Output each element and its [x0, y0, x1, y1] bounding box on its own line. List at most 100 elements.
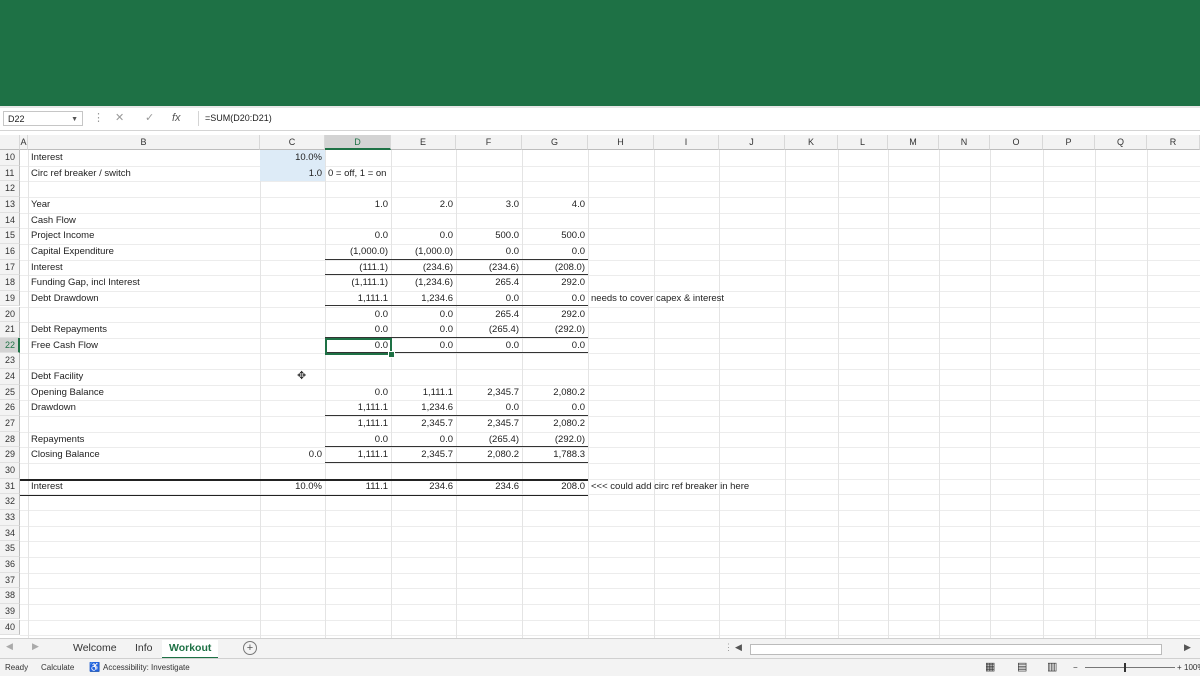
- column-header-p[interactable]: P: [1043, 135, 1095, 150]
- zoom-in-icon[interactable]: +: [1177, 659, 1182, 676]
- column-header-h[interactable]: H: [588, 135, 654, 150]
- cell-f28[interactable]: (265.4): [456, 432, 522, 448]
- hscroll-right-icon[interactable]: ▶: [1184, 642, 1191, 653]
- row-header-27[interactable]: 27: [0, 416, 20, 432]
- cell-e21[interactable]: 0.0: [391, 322, 456, 338]
- cell-d25[interactable]: 0.0: [325, 385, 391, 401]
- column-header-n[interactable]: N: [939, 135, 990, 150]
- row-header-28[interactable]: 28: [0, 431, 20, 448]
- cell-g13[interactable]: 4.0: [522, 197, 588, 213]
- cell-f16[interactable]: 0.0: [456, 244, 522, 260]
- cell-b22[interactable]: Free Cash Flow: [28, 338, 260, 354]
- page-break-icon[interactable]: ▥: [1047, 659, 1057, 676]
- cell-e15[interactable]: 0.0: [391, 228, 456, 244]
- formula-input[interactable]: =SUM(D20:D21): [198, 111, 1196, 126]
- row-header-18[interactable]: 18: [0, 275, 20, 291]
- row-header-35[interactable]: 35: [0, 541, 20, 557]
- cell-h31[interactable]: <<< could add circ ref breaker in here: [588, 479, 988, 495]
- row-header-26[interactable]: 26: [0, 400, 20, 417]
- cell-b25[interactable]: Opening Balance: [28, 385, 260, 401]
- cell-f19[interactable]: 0.0: [456, 291, 522, 307]
- cell-f29[interactable]: 2,080.2: [456, 447, 522, 463]
- cell-g19[interactable]: 0.0: [522, 291, 588, 307]
- column-header-l[interactable]: L: [838, 135, 888, 150]
- cancel-icon[interactable]: ✕: [115, 111, 124, 126]
- cell-d20[interactable]: 0.0: [325, 307, 391, 323]
- cell-d18[interactable]: (1,111.1): [325, 275, 391, 291]
- row-header-12[interactable]: 12: [0, 181, 20, 197]
- cell-d27[interactable]: 1,111.1: [325, 416, 391, 432]
- cell-d29[interactable]: 1,111.1: [325, 447, 391, 463]
- row-header-30[interactable]: 30: [0, 463, 20, 479]
- cell-f27[interactable]: 2,345.7: [456, 416, 522, 432]
- selected-cell-outline[interactable]: [325, 338, 392, 355]
- tab-split-icon[interactable]: ⋮: [724, 642, 733, 653]
- cell-e20[interactable]: 0.0: [391, 307, 456, 323]
- cell-d16[interactable]: (1,000.0): [325, 244, 391, 260]
- tab-workout[interactable]: Workout: [162, 640, 219, 659]
- row-header-37[interactable]: 37: [0, 572, 20, 589]
- zoom-slider-thumb[interactable]: [1124, 663, 1126, 672]
- row-header-10[interactable]: 10: [0, 150, 20, 166]
- column-header-r[interactable]: R: [1147, 135, 1200, 150]
- cell-f20[interactable]: 265.4: [456, 307, 522, 323]
- row-header-36[interactable]: 36: [0, 556, 20, 573]
- cell-e26[interactable]: 1,234.6: [391, 400, 456, 417]
- row-header-39[interactable]: 39: [0, 603, 20, 620]
- cell-g25[interactable]: 2,080.2: [522, 385, 588, 401]
- column-header-b[interactable]: B: [28, 135, 260, 150]
- select-all-corner[interactable]: [0, 135, 20, 150]
- cell-d28[interactable]: 0.0: [325, 432, 391, 448]
- column-header-i[interactable]: I: [654, 135, 719, 150]
- cell-c10[interactable]: 10.0%: [260, 150, 325, 166]
- cell-b28[interactable]: Repayments: [28, 432, 260, 448]
- cell-f15[interactable]: 500.0: [456, 228, 522, 244]
- cell-g16[interactable]: 0.0: [522, 244, 588, 260]
- cell-e13[interactable]: 2.0: [391, 197, 456, 213]
- tab-scroll-right-icon[interactable]: ▶: [32, 641, 39, 652]
- cell-e25[interactable]: 1,111.1: [391, 385, 456, 401]
- hscroll-left-icon[interactable]: ◀: [735, 642, 742, 653]
- cell-d13[interactable]: 1.0: [325, 197, 391, 213]
- chevron-down-icon[interactable]: ▼: [71, 112, 78, 127]
- status-calculate[interactable]: Calculate: [41, 659, 74, 676]
- cell-b10[interactable]: Interest: [28, 150, 260, 166]
- row-header-23[interactable]: 23: [0, 353, 20, 370]
- cell-c11[interactable]: 1.0: [260, 165, 325, 182]
- row-header-32[interactable]: 32: [0, 494, 20, 510]
- tab-scroll-left-icon[interactable]: ◀: [6, 641, 13, 652]
- cell-e29[interactable]: 2,345.7: [391, 447, 456, 463]
- more-options-icon[interactable]: ⋮: [93, 111, 104, 126]
- cell-e18[interactable]: (1,234.6): [391, 275, 456, 291]
- column-header-q[interactable]: Q: [1095, 135, 1147, 150]
- cell-f26[interactable]: 0.0: [456, 400, 522, 417]
- row-header-21[interactable]: 21: [0, 322, 20, 338]
- cell-g26[interactable]: 0.0: [522, 400, 588, 417]
- column-header-m[interactable]: M: [888, 135, 939, 150]
- cell-b29[interactable]: Closing Balance: [28, 447, 260, 463]
- cell-g29[interactable]: 1,788.3: [522, 447, 588, 463]
- zoom-out-icon[interactable]: −: [1073, 659, 1078, 676]
- cell-b18[interactable]: Funding Gap, incl Interest: [28, 275, 260, 291]
- cell-e28[interactable]: 0.0: [391, 432, 456, 448]
- row-header-24[interactable]: 24: [0, 369, 20, 385]
- row-header-11[interactable]: 11: [0, 165, 20, 182]
- row-header-15[interactable]: 15: [0, 228, 20, 244]
- cell-b11[interactable]: Circ ref breaker / switch: [28, 166, 260, 182]
- tab-info[interactable]: Info: [128, 640, 160, 657]
- add-sheet-icon[interactable]: +: [243, 641, 257, 655]
- cell-g28[interactable]: (292.0): [522, 432, 588, 448]
- cell-c29[interactable]: 0.0: [260, 447, 325, 463]
- cell-e27[interactable]: 2,345.7: [391, 416, 456, 432]
- row-header-22[interactable]: 22: [0, 337, 20, 354]
- row-header-34[interactable]: 34: [0, 525, 20, 542]
- row-header-25[interactable]: 25: [0, 384, 20, 401]
- cell-g22[interactable]: 0.0: [522, 338, 588, 354]
- row-header-17[interactable]: 17: [0, 259, 20, 276]
- cell-h19[interactable]: needs to cover capex & interest: [588, 291, 988, 307]
- cell-f18[interactable]: 265.4: [456, 275, 522, 291]
- cell-e16[interactable]: (1,000.0): [391, 244, 456, 260]
- cell-d26[interactable]: 1,111.1: [325, 400, 391, 417]
- cell-e17[interactable]: (234.6): [391, 260, 456, 276]
- zoom-slider[interactable]: [1085, 667, 1175, 668]
